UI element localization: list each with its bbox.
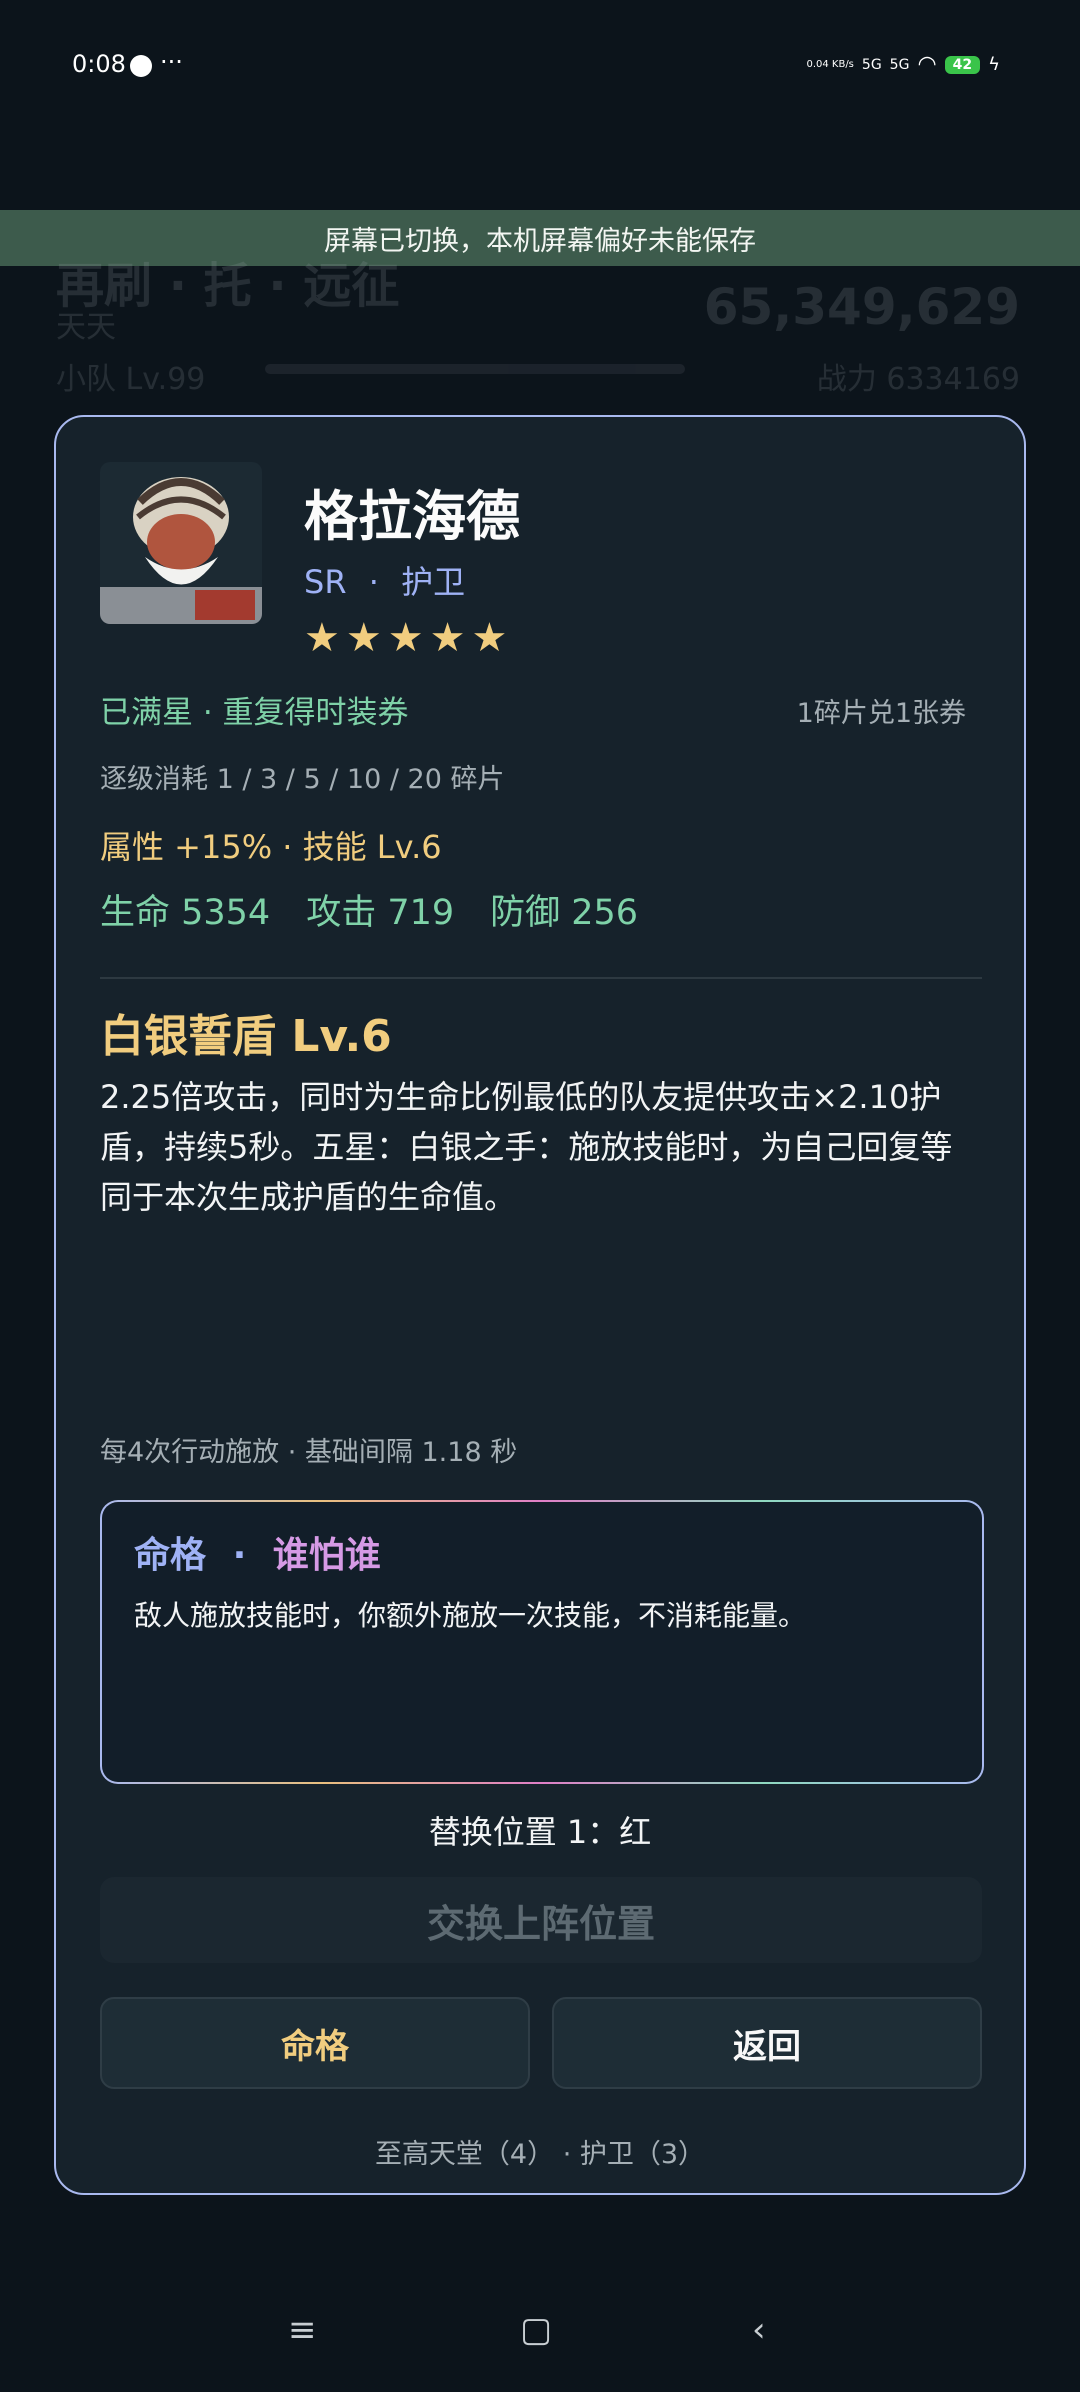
hero-rarity: SR [304, 563, 347, 601]
stat-atk: 攻击 719 [306, 893, 455, 933]
fate-description: 敌人施放技能时，你额外施放一次技能，不消耗能量。 [134, 1599, 807, 1632]
star-icon: ★ [471, 615, 508, 661]
qq-notification-icon [130, 55, 152, 77]
more-notifications-icon: ··· [160, 48, 183, 76]
fate-separator: · [232, 1535, 247, 1576]
star-icon: ★ [429, 615, 466, 661]
fate-name: 谁怕谁 [272, 1535, 381, 1576]
star-icon: ★ [304, 615, 340, 661]
star-icon: ★ [387, 615, 424, 661]
fate-title: 命格 · 谁怕谁 [134, 1526, 381, 1578]
fate-label: 命格 [134, 1535, 207, 1576]
menu-icon[interactable]: ≡ [288, 2310, 317, 2350]
shard-exchange-rate: 1碎片兑1张券 [796, 698, 966, 729]
home-icon[interactable]: ▢ [520, 2310, 552, 2350]
charging-icon: ϟ [988, 54, 1000, 75]
swap-position-button[interactable]: 交换上阵位置 [100, 1877, 982, 1963]
hero-role: 护卫 [401, 563, 466, 601]
battery-icon: 42 [944, 55, 981, 74]
signal-5g-icon-2: 5G [889, 56, 910, 73]
fate-card: 命格 · 谁怕谁 敌人施放技能时，你额外施放一次技能，不消耗能量。 [100, 1500, 984, 1784]
bg-progress-bar [265, 364, 685, 374]
status-icons: 0.04 KB/s 5G 5G ◠ 42 ϟ [806, 52, 1000, 77]
hero-stats: 生命 5354 攻击 719 防御 256 [100, 884, 638, 935]
status-bar: 0:08 ··· 0.04 KB/s 5G 5G ◠ 42 ϟ [0, 0, 1080, 135]
back-button[interactable]: 返回 [552, 1997, 982, 2089]
fate-button[interactable]: 命格 [100, 1997, 530, 2089]
bg-player-name: 天天 [56, 310, 116, 345]
net-speed: 0.04 KB/s [806, 58, 854, 70]
skill-name: 白银誓盾 Lv.6 [100, 1011, 392, 1062]
attribute-bonus: 属性 +15% · 技能 Lv.6 [100, 828, 442, 866]
skill-description: 2.25倍攻击，同时为生命比例最低的队友提供攻击×2.10护盾，持续5秒。五星：… [100, 1078, 953, 1216]
system-nav-bar: ≡ ▢ ‹ [0, 2300, 1080, 2392]
stat-def: 防御 256 [490, 893, 639, 933]
star-icon: ★ [345, 615, 382, 661]
hero-name: 格拉海德 [304, 485, 520, 548]
meta-separator: · [368, 563, 379, 601]
skill-cycle: 每4次行动施放 · 基础间隔 1.18 秒 [100, 1437, 518, 1468]
hero-meta: SR · 护卫 [304, 557, 465, 603]
divider [100, 977, 982, 979]
max-star-status: 已满星 · 重复得时装券 [100, 695, 409, 731]
stat-hp: 生命 5354 [100, 893, 271, 933]
star-rating: ★ ★ ★ ★ ★ [304, 615, 507, 661]
faction-footer: 至高天堂（4） · 护卫（3） [374, 2139, 706, 2170]
wifi-icon: ◠ [917, 52, 937, 77]
bg-score: 65,349,629 [703, 278, 1020, 336]
bg-power: 战力 6334169 [816, 362, 1020, 397]
upgrade-cost: 逐级消耗 1 / 3 / 5 / 10 / 20 碎片 [100, 764, 505, 795]
status-time: 0:08 [72, 50, 126, 78]
back-nav-icon[interactable]: ‹ [752, 2310, 766, 2350]
signal-5g-icon: 5G [861, 56, 882, 73]
replace-slot-text: 替换位置 1：红 [428, 1813, 652, 1851]
hero-avatar [100, 462, 262, 624]
hero-detail-modal: 格拉海德 SR · 护卫 ★ ★ ★ ★ ★ 已满星 · 重复得时装券 1碎片兑… [54, 415, 1026, 2195]
bg-team-level: 小队 Lv.99 [56, 362, 206, 397]
